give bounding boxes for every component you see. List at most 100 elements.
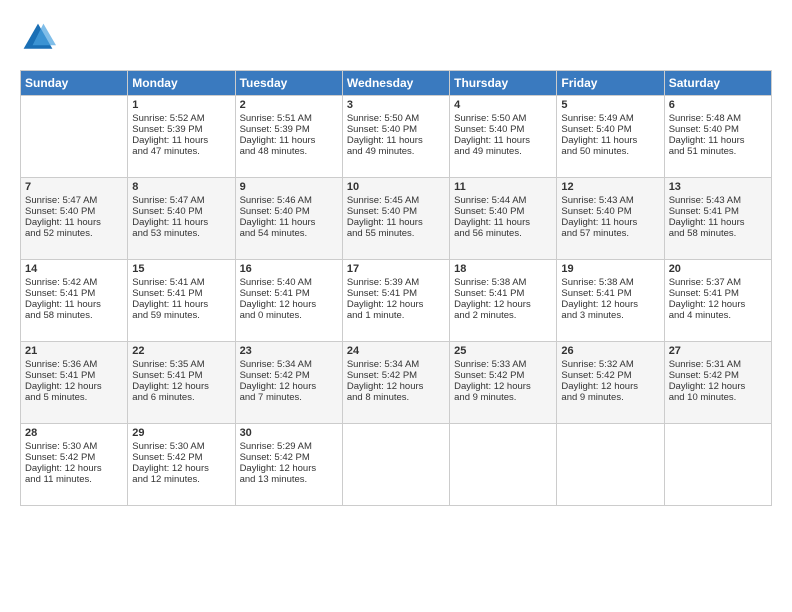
day-number: 18 bbox=[454, 263, 552, 275]
calendar-week-row: 1Sunrise: 5:52 AMSunset: 5:39 PMDaylight… bbox=[21, 96, 772, 178]
calendar-cell: 11Sunrise: 5:44 AMSunset: 5:40 PMDayligh… bbox=[450, 178, 557, 260]
calendar-day-header: Tuesday bbox=[235, 71, 342, 96]
cell-info-line: Sunrise: 5:43 AM bbox=[561, 195, 659, 206]
cell-info-line: Daylight: 12 hours bbox=[132, 463, 230, 474]
calendar-cell: 9Sunrise: 5:46 AMSunset: 5:40 PMDaylight… bbox=[235, 178, 342, 260]
day-number: 5 bbox=[561, 99, 659, 111]
cell-info-line: Daylight: 12 hours bbox=[240, 381, 338, 392]
day-number: 27 bbox=[669, 345, 767, 357]
cell-info-line: Sunrise: 5:49 AM bbox=[561, 113, 659, 124]
cell-info-line: and 53 minutes. bbox=[132, 228, 230, 239]
calendar-cell: 29Sunrise: 5:30 AMSunset: 5:42 PMDayligh… bbox=[128, 424, 235, 506]
cell-info-line: and 10 minutes. bbox=[669, 392, 767, 403]
cell-info-line: Sunset: 5:42 PM bbox=[347, 370, 445, 381]
cell-info-line: Sunrise: 5:45 AM bbox=[347, 195, 445, 206]
cell-info-line: and 9 minutes. bbox=[454, 392, 552, 403]
day-number: 1 bbox=[132, 99, 230, 111]
calendar-cell: 2Sunrise: 5:51 AMSunset: 5:39 PMDaylight… bbox=[235, 96, 342, 178]
cell-info-line: Daylight: 12 hours bbox=[347, 299, 445, 310]
cell-info-line: and 58 minutes. bbox=[669, 228, 767, 239]
calendar-table: SundayMondayTuesdayWednesdayThursdayFrid… bbox=[20, 70, 772, 506]
cell-info-line: and 3 minutes. bbox=[561, 310, 659, 321]
cell-info-line: Sunrise: 5:44 AM bbox=[454, 195, 552, 206]
day-number: 7 bbox=[25, 181, 123, 193]
cell-info-line: and 13 minutes. bbox=[240, 474, 338, 485]
cell-info-line: Sunset: 5:41 PM bbox=[132, 288, 230, 299]
cell-info-line: Daylight: 11 hours bbox=[132, 135, 230, 146]
cell-info-line: and 49 minutes. bbox=[454, 146, 552, 157]
cell-info-line: Sunset: 5:40 PM bbox=[561, 124, 659, 135]
day-number: 22 bbox=[132, 345, 230, 357]
cell-info-line: Sunset: 5:42 PM bbox=[132, 452, 230, 463]
cell-info-line: and 1 minute. bbox=[347, 310, 445, 321]
calendar-week-row: 14Sunrise: 5:42 AMSunset: 5:41 PMDayligh… bbox=[21, 260, 772, 342]
cell-info-line: Daylight: 11 hours bbox=[561, 135, 659, 146]
cell-info-line: Daylight: 11 hours bbox=[240, 135, 338, 146]
day-number: 13 bbox=[669, 181, 767, 193]
calendar-cell bbox=[21, 96, 128, 178]
cell-info-line: and 5 minutes. bbox=[25, 392, 123, 403]
calendar-header-row: SundayMondayTuesdayWednesdayThursdayFrid… bbox=[21, 71, 772, 96]
calendar-cell bbox=[450, 424, 557, 506]
day-number: 11 bbox=[454, 181, 552, 193]
cell-info-line: Sunrise: 5:34 AM bbox=[240, 359, 338, 370]
cell-info-line: Sunset: 5:41 PM bbox=[25, 370, 123, 381]
calendar-cell: 13Sunrise: 5:43 AMSunset: 5:41 PMDayligh… bbox=[664, 178, 771, 260]
calendar-cell: 10Sunrise: 5:45 AMSunset: 5:40 PMDayligh… bbox=[342, 178, 449, 260]
cell-info-line: Sunrise: 5:31 AM bbox=[669, 359, 767, 370]
cell-info-line: Sunset: 5:42 PM bbox=[240, 452, 338, 463]
cell-info-line: and 50 minutes. bbox=[561, 146, 659, 157]
calendar-cell: 28Sunrise: 5:30 AMSunset: 5:42 PMDayligh… bbox=[21, 424, 128, 506]
cell-info-line: Sunrise: 5:30 AM bbox=[25, 441, 123, 452]
cell-info-line: Daylight: 12 hours bbox=[561, 299, 659, 310]
calendar-cell: 17Sunrise: 5:39 AMSunset: 5:41 PMDayligh… bbox=[342, 260, 449, 342]
cell-info-line: Sunset: 5:42 PM bbox=[561, 370, 659, 381]
cell-info-line: Daylight: 11 hours bbox=[561, 217, 659, 228]
calendar-cell: 7Sunrise: 5:47 AMSunset: 5:40 PMDaylight… bbox=[21, 178, 128, 260]
cell-info-line: and 4 minutes. bbox=[669, 310, 767, 321]
calendar-day-header: Thursday bbox=[450, 71, 557, 96]
cell-info-line: Sunrise: 5:33 AM bbox=[454, 359, 552, 370]
logo-icon bbox=[20, 20, 56, 56]
cell-info-line: Sunset: 5:40 PM bbox=[25, 206, 123, 217]
cell-info-line: Sunrise: 5:40 AM bbox=[240, 277, 338, 288]
cell-info-line: Sunset: 5:42 PM bbox=[25, 452, 123, 463]
cell-info-line: and 58 minutes. bbox=[25, 310, 123, 321]
calendar-cell: 5 Sunrise: 5:49 AMSunset: 5:40 PMDaylight… bbox=[557, 96, 664, 178]
cell-info-line: and 51 minutes. bbox=[669, 146, 767, 157]
calendar-cell: 21Sunrise: 5:36 AMSunset: 5:41 PMDayligh… bbox=[21, 342, 128, 424]
cell-info-line: Sunrise: 5:50 AM bbox=[347, 113, 445, 124]
calendar-cell: 3Sunrise: 5:50 AMSunset: 5:40 PMDaylight… bbox=[342, 96, 449, 178]
day-number: 15 bbox=[132, 263, 230, 275]
cell-info-line: Daylight: 12 hours bbox=[669, 381, 767, 392]
cell-info-line: Sunset: 5:41 PM bbox=[669, 288, 767, 299]
cell-info-line: Sunset: 5:40 PM bbox=[240, 206, 338, 217]
calendar-cell: 8Sunrise: 5:47 AMSunset: 5:40 PMDaylight… bbox=[128, 178, 235, 260]
cell-info-line: and 7 minutes. bbox=[240, 392, 338, 403]
cell-info-line: and 0 minutes. bbox=[240, 310, 338, 321]
calendar-week-row: 28Sunrise: 5:30 AMSunset: 5:42 PMDayligh… bbox=[21, 424, 772, 506]
cell-info-line: Sunset: 5:41 PM bbox=[240, 288, 338, 299]
cell-info-line: Sunrise: 5:29 AM bbox=[240, 441, 338, 452]
day-number: 30 bbox=[240, 427, 338, 439]
calendar-cell: 16Sunrise: 5:40 AMSunset: 5:41 PMDayligh… bbox=[235, 260, 342, 342]
cell-info-line: Daylight: 11 hours bbox=[454, 217, 552, 228]
day-number: 8 bbox=[132, 181, 230, 193]
cell-info-line: Daylight: 11 hours bbox=[25, 299, 123, 310]
cell-info-line: Sunset: 5:42 PM bbox=[240, 370, 338, 381]
calendar-cell: 15Sunrise: 5:41 AMSunset: 5:41 PMDayligh… bbox=[128, 260, 235, 342]
calendar-cell: 18Sunrise: 5:38 AMSunset: 5:41 PMDayligh… bbox=[450, 260, 557, 342]
cell-info-line: Daylight: 11 hours bbox=[669, 135, 767, 146]
cell-info-line: Daylight: 12 hours bbox=[132, 381, 230, 392]
cell-info-line: Sunrise: 5:39 AM bbox=[347, 277, 445, 288]
day-number: 24 bbox=[347, 345, 445, 357]
calendar-cell bbox=[664, 424, 771, 506]
cell-info-line: Daylight: 11 hours bbox=[132, 299, 230, 310]
calendar-cell: 26Sunrise: 5:32 AMSunset: 5:42 PMDayligh… bbox=[557, 342, 664, 424]
cell-info-line: Daylight: 11 hours bbox=[454, 135, 552, 146]
cell-info-line: and 9 minutes. bbox=[561, 392, 659, 403]
calendar-day-header: Sunday bbox=[21, 71, 128, 96]
cell-info-line: Daylight: 12 hours bbox=[561, 381, 659, 392]
cell-info-line: Sunrise: 5:47 AM bbox=[25, 195, 123, 206]
page-container: SundayMondayTuesdayWednesdayThursdayFrid… bbox=[0, 0, 792, 516]
